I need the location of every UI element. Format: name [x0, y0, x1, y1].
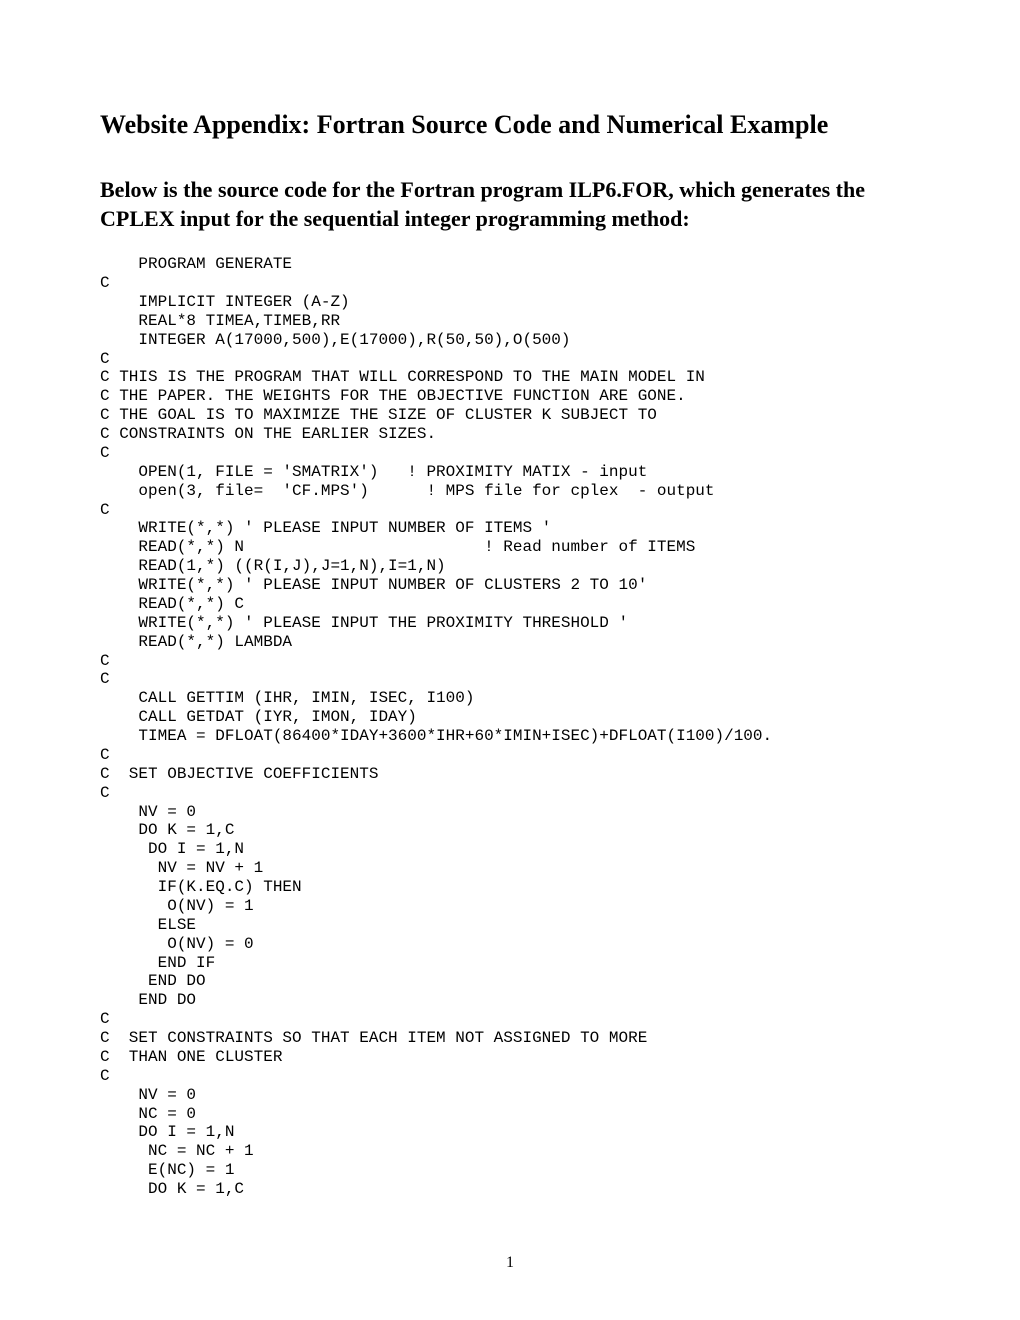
page-subtitle: Below is the source code for the Fortran…	[100, 176, 920, 233]
page-title: Website Appendix: Fortran Source Code an…	[100, 110, 920, 140]
page-number: 1	[0, 1254, 1020, 1272]
code-block: PROGRAM GENERATE C IMPLICIT INTEGER (A-Z…	[100, 255, 920, 1199]
